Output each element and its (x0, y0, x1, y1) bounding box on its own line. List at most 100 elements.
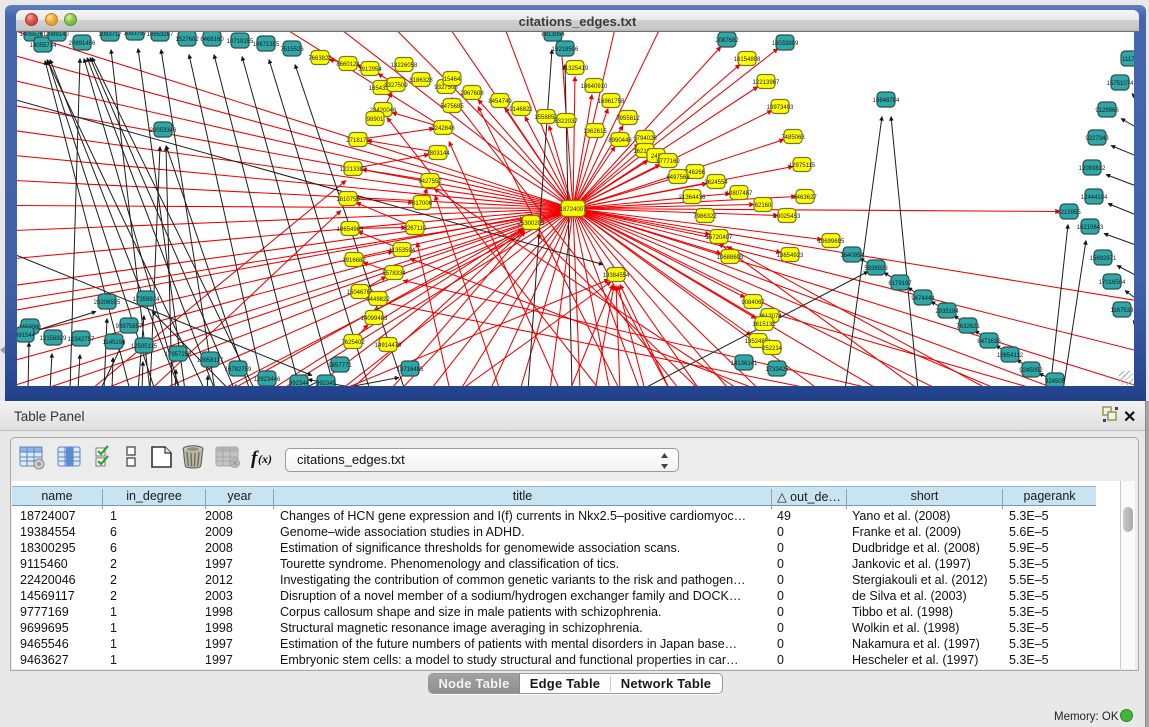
svg-text:14099483: 14099483 (361, 316, 388, 322)
svg-text:1916682: 1916682 (342, 258, 366, 264)
svg-text:1615132: 1615132 (752, 322, 776, 328)
svg-text:11175: 11175 (1122, 57, 1134, 63)
svg-text:19218506: 19218506 (552, 47, 579, 53)
svg-text:8990448: 8990448 (608, 138, 632, 144)
svg-text:16210643: 16210643 (1077, 225, 1104, 231)
svg-text:12923446: 12923446 (254, 377, 281, 383)
svg-text:12444194: 12444194 (1081, 195, 1108, 201)
svg-text:8471636: 8471636 (977, 339, 1001, 345)
svg-text:16782759: 16782759 (225, 367, 252, 373)
svg-text:8186328: 8186328 (409, 78, 433, 84)
svg-text:9146821: 9146821 (509, 107, 533, 113)
svg-text:10958117: 10958117 (197, 358, 224, 364)
svg-text:13226058: 13226058 (391, 63, 418, 69)
svg-text:20891406: 20891406 (69, 41, 96, 47)
svg-text:8215955: 8215955 (1057, 210, 1081, 216)
svg-text:62160: 62160 (755, 203, 772, 209)
svg-text:20053346: 20053346 (150, 128, 177, 134)
svg-text:9857771: 9857771 (328, 363, 352, 369)
svg-text:98901: 98901 (367, 117, 384, 123)
svg-text:10699695: 10699695 (818, 239, 845, 245)
svg-text:12342757: 12342757 (68, 337, 95, 343)
svg-text:15720407: 15720407 (706, 235, 733, 241)
svg-text:12213967: 12213967 (753, 80, 780, 86)
svg-text:10719155: 10719155 (227, 39, 254, 45)
svg-text:93975857: 93975857 (116, 324, 143, 330)
svg-text:16154808: 16154808 (734, 57, 761, 63)
svg-text:12975115: 12975115 (789, 163, 816, 169)
svg-text:10688609: 10688609 (717, 255, 744, 261)
svg-text:9084067: 9084067 (741, 300, 765, 306)
svg-text:9227343: 9227343 (1085, 136, 1109, 142)
svg-text:2967608: 2967608 (460, 91, 484, 97)
svg-text:17957255: 17957255 (165, 352, 192, 358)
svg-text:12093832: 12093832 (1079, 166, 1106, 172)
svg-text:6322037: 6322037 (554, 119, 578, 125)
svg-text:9129966: 9129966 (1095, 108, 1119, 114)
svg-text:9463627: 9463627 (793, 195, 817, 201)
svg-text:8813054: 8813054 (541, 32, 565, 38)
svg-text:1145194: 1145194 (103, 340, 127, 346)
svg-text:9474444: 9474444 (911, 296, 935, 302)
svg-text:(x): (x) (258, 452, 272, 466)
svg-text:10654112: 10654112 (997, 353, 1024, 359)
svg-text:10025453: 10025453 (774, 214, 801, 220)
svg-text:7632621: 7632621 (956, 324, 980, 330)
svg-text:992345: 992345 (316, 381, 337, 386)
svg-text:5475685: 5475685 (440, 104, 464, 110)
svg-text:12213383: 12213383 (340, 167, 367, 173)
svg-text:3267110: 3267110 (404, 226, 428, 232)
svg-text:19384554: 19384554 (603, 273, 630, 279)
svg-text:391544: 391544 (17, 333, 36, 339)
svg-text:13654923: 13654923 (777, 253, 804, 259)
svg-text:13716485: 13716485 (397, 367, 424, 373)
svg-text:14055714: 14055714 (30, 43, 57, 49)
svg-text:6497568: 6497568 (666, 175, 690, 181)
svg-text:16648784: 16648784 (873, 98, 900, 104)
svg-text:11353594: 11353594 (389, 248, 416, 254)
svg-text:10807487: 10807487 (726, 191, 753, 197)
svg-text:5938923: 5938923 (864, 266, 888, 272)
svg-text:1362615: 1362615 (583, 129, 607, 135)
svg-text:252214: 252214 (762, 346, 783, 352)
svg-text:7986322: 7986322 (693, 214, 717, 220)
svg-text:6466160: 6466160 (200, 37, 224, 43)
svg-text:2718179: 2718179 (346, 138, 370, 144)
svg-text:2087682: 2087682 (715, 38, 739, 44)
svg-text:1449822: 1449822 (366, 297, 390, 303)
svg-text:3912954: 3912954 (358, 67, 382, 73)
svg-text:7955812: 7955812 (616, 116, 640, 122)
svg-text:5578334: 5578334 (382, 271, 406, 277)
svg-text:817006: 817006 (412, 201, 433, 207)
svg-text:1527602: 1527602 (175, 37, 199, 43)
svg-text:16033809: 16033809 (772, 41, 799, 47)
svg-text:17359924: 17359924 (133, 297, 160, 303)
svg-text:18724007: 18724007 (560, 207, 587, 213)
svg-text:12156829: 12156829 (40, 336, 67, 342)
svg-text:9777169: 9777169 (656, 159, 680, 165)
svg-text:8454749: 8454749 (488, 99, 512, 105)
svg-text:1093757: 1093757 (123, 32, 147, 37)
svg-text:20206555: 20206555 (94, 300, 121, 306)
svg-text:6179197: 6179197 (888, 281, 912, 287)
svg-text:7485063: 7485063 (781, 135, 805, 141)
svg-text:19654985: 19654985 (337, 227, 364, 233)
svg-text:10973493: 10973493 (767, 105, 794, 111)
svg-text:15692971: 15692971 (1090, 256, 1117, 262)
svg-text:9245052: 9245052 (1019, 368, 1043, 374)
svg-text:1640954: 1640954 (840, 253, 864, 259)
svg-text:924505: 924505 (1045, 379, 1066, 385)
svg-text:9242848: 9242848 (431, 126, 455, 132)
svg-text:7515526: 7515526 (280, 47, 304, 53)
svg-text:8660124: 8660124 (336, 62, 360, 68)
svg-text:2935184: 2935184 (935, 309, 959, 315)
svg-text:12505115: 12505115 (131, 344, 158, 350)
svg-text:1733426: 1733426 (765, 367, 789, 373)
svg-text:18640910: 18640910 (581, 84, 608, 90)
svg-text:1167533: 1167533 (1111, 308, 1134, 314)
svg-text:10671355: 10671355 (253, 42, 280, 48)
svg-text:10653267: 10653267 (147, 32, 174, 38)
svg-text:14914479: 14914479 (375, 343, 402, 349)
svg-text:21364436: 21364436 (679, 195, 706, 201)
svg-text:1810755: 1810755 (336, 197, 360, 203)
